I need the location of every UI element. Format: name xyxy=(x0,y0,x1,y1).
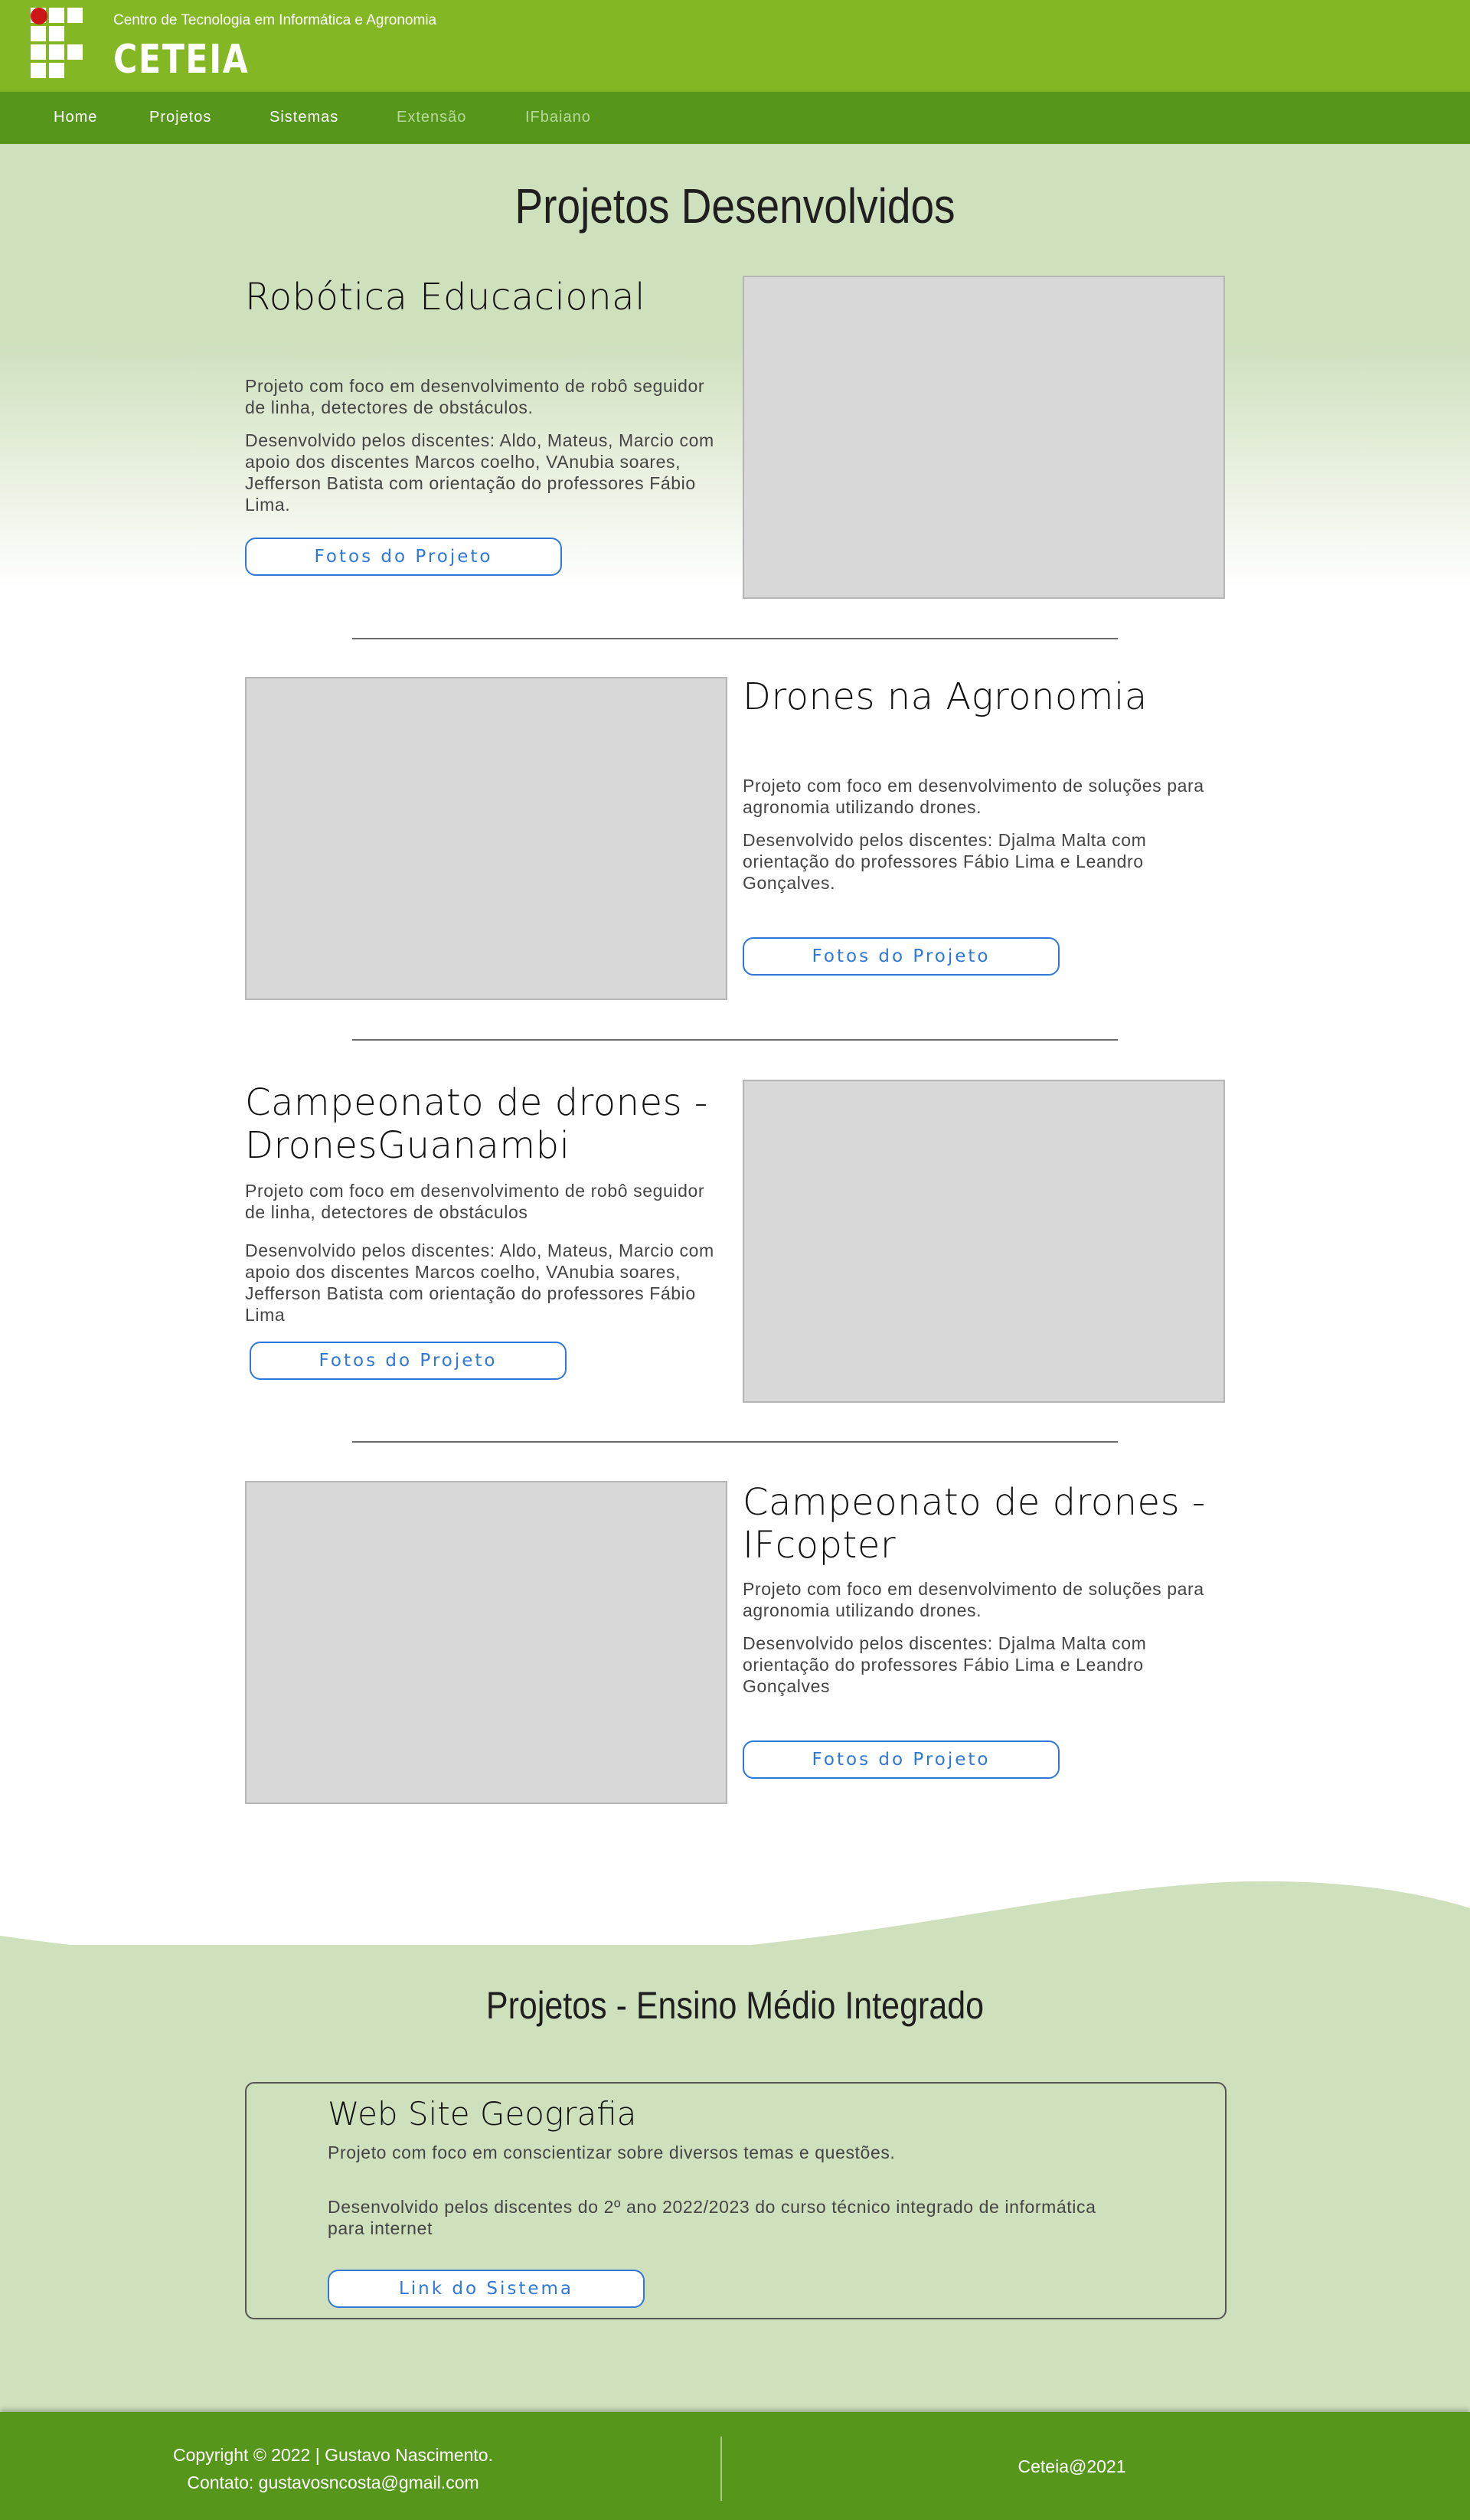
project-title: Campeonato de drones - IFcopter xyxy=(743,1481,1206,1567)
project-image-placeholder xyxy=(245,677,727,1000)
project-title: Campeonato de drones - DronesGuanambi xyxy=(245,1081,708,1167)
site-header: Centro de Tecnologia em Informática e Ag… xyxy=(0,0,1470,92)
site-footer: Copyright © 2022 | Gustavo Nascimento. C… xyxy=(0,2412,1470,2520)
site-brand[interactable]: CETEIA xyxy=(113,37,249,83)
ifbaiano-logo[interactable] xyxy=(31,8,86,78)
section-divider xyxy=(352,638,1118,639)
page-title: Projetos Desenvolvidos xyxy=(514,178,956,234)
project-credits: Desenvolvido pelos discentes: Djalma Mal… xyxy=(743,1633,1147,1696)
system-link-button[interactable]: Link do Sistema xyxy=(328,2270,645,2308)
footer-info: Copyright © 2022 | Gustavo Nascimento. C… xyxy=(115,2441,551,2496)
project-image-placeholder xyxy=(245,1481,727,1804)
project-credits: Desenvolvido pelos discentes: Aldo, Mate… xyxy=(245,430,714,515)
project-description: Projeto com foco em desenvolvimento de r… xyxy=(245,376,705,417)
nav-item-sistemas[interactable]: Sistemas xyxy=(270,109,338,126)
section-divider xyxy=(352,1039,1118,1041)
footer-brand: Ceteia@2021 xyxy=(1018,2456,1126,2476)
project-image-placeholder xyxy=(743,276,1225,599)
project-photos-button[interactable]: Fotos do Projeto xyxy=(743,937,1060,976)
logo-red-dot xyxy=(31,8,47,25)
footer-divider xyxy=(720,2437,722,2501)
card-title: Web Site Geografia xyxy=(328,2095,637,2133)
project-photos-button[interactable]: Fotos do Projeto xyxy=(743,1740,1060,1779)
project-photos-button[interactable]: Fotos do Projeto xyxy=(250,1342,567,1380)
site-tagline: Centro de Tecnologia em Informática e Ag… xyxy=(113,12,437,28)
card-description: Projeto com foco em conscientizar sobre … xyxy=(328,2142,896,2162)
project-description: Projeto com foco em desenvolvimento de s… xyxy=(743,1579,1204,1620)
project-credits: Desenvolvido pelos discentes: Aldo, Mate… xyxy=(245,1240,714,1325)
project-title: Drones na Agronomia xyxy=(743,675,1148,718)
nav-item-extensao[interactable]: Extensão xyxy=(397,109,466,126)
project-title: Robótica Educacional xyxy=(245,276,645,319)
main-nav: Home Projetos Sistemas Extensão IFbaiano xyxy=(0,92,1470,144)
section-divider xyxy=(352,1441,1118,1443)
footer-copyright: Copyright © 2022 | Gustavo Nascimento. xyxy=(173,2445,493,2465)
project-description: Projeto com foco em desenvolvimento de s… xyxy=(743,776,1204,817)
ensino-section-title: Projetos - Ensino Médio Integrado xyxy=(485,1984,985,2027)
footer-contact[interactable]: Contato: gustavosncosta@gmail.com xyxy=(115,2469,551,2496)
project-photos-button[interactable]: Fotos do Projeto xyxy=(245,538,562,576)
project-description: Projeto com foco em desenvolvimento de r… xyxy=(245,1181,705,1222)
nav-item-home[interactable]: Home xyxy=(54,109,97,126)
project-image-placeholder xyxy=(743,1080,1225,1403)
project-credits: Desenvolvido pelos discentes: Djalma Mal… xyxy=(743,830,1147,893)
nav-item-ifbaiano[interactable]: IFbaiano xyxy=(525,109,591,126)
card-credits: Desenvolvido pelos discentes do 2º ano 2… xyxy=(328,2197,1096,2238)
nav-item-projetos[interactable]: Projetos xyxy=(149,109,211,126)
